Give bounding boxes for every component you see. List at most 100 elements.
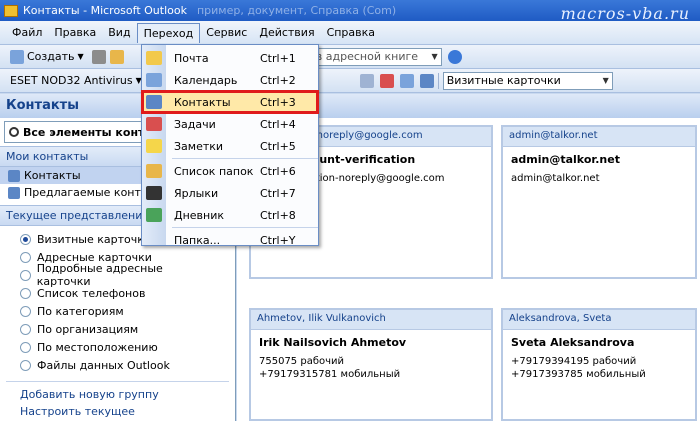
menu-item-shortcut: Ctrl+6	[260, 164, 296, 178]
menu-item-shortcut: Ctrl+8	[260, 208, 296, 222]
eset-toolbar-button[interactable]: ESET NOD32 Antivirus ▼	[6, 71, 146, 91]
radio-button[interactable]	[20, 269, 31, 281]
menu-tools[interactable]: Сервис	[200, 23, 253, 43]
menu-item-calendar[interactable]: Календарь Ctrl+2	[142, 69, 318, 91]
eset-label: ESET NOD32 Antivirus	[10, 74, 133, 87]
view-option-label: По категориям	[37, 304, 124, 318]
standard-toolbar: Создать ▼ к в адресной книге ▼	[0, 45, 700, 69]
view-option[interactable]: Файлы данных Outlook	[0, 356, 235, 374]
menu-file[interactable]: Файл	[6, 23, 48, 43]
menu-item-folder-list[interactable]: Список папок Ctrl+6	[142, 160, 318, 182]
menu-item-label: Календарь	[174, 73, 238, 87]
menu-item-mail[interactable]: Почта Ctrl+1	[142, 47, 318, 69]
view-option-label: По местоположению	[37, 340, 158, 354]
menu-bar: Файл Правка Вид Переход Сервис Действия …	[0, 21, 700, 45]
contact-card-header: Aleksandrova, Sveta	[503, 310, 695, 330]
menu-item-shortcut: Ctrl+4	[260, 117, 296, 131]
menu-item-shortcuts[interactable]: Ярлыки Ctrl+7	[142, 182, 318, 204]
menu-actions[interactable]: Действия	[253, 23, 320, 43]
radio-button[interactable]	[20, 323, 31, 335]
menu-item-shortcut: Ctrl+2	[260, 73, 296, 87]
search-icon	[9, 127, 19, 137]
menu-item-shortcut: Ctrl+3	[260, 95, 296, 109]
contact-card[interactable]: admin@talkor.net admin@talkor.net admin@…	[501, 125, 697, 279]
tasks-icon	[146, 117, 162, 131]
contact-card-line: admin@talkor.net	[511, 173, 600, 184]
menu-item-shortcut: Ctrl+7	[260, 186, 296, 200]
menu-item-label: Задачи	[174, 117, 216, 131]
chevron-down-icon[interactable]: ▼	[603, 76, 609, 85]
contact-card-line: 755075 рабочий	[259, 356, 345, 367]
notes-icon	[146, 139, 162, 153]
menu-item-label: Ярлыки	[174, 186, 219, 200]
contact-card[interactable]: Aleksandrova, Sveta Sveta Aleksandrova +…	[501, 308, 697, 421]
menu-item-label: Дневник	[174, 208, 225, 222]
contact-card-line: +79179394195 рабочий	[511, 356, 637, 367]
view-option-label: Визитные карточки	[37, 232, 152, 246]
title-bar: Контакты - Microsoft Outlook пример, док…	[0, 0, 700, 23]
flag-icon[interactable]	[399, 73, 414, 88]
calendar-icon	[146, 73, 162, 87]
create-button-label: Создать	[27, 50, 75, 63]
radio-button[interactable]	[20, 341, 31, 353]
menu-item-label: Список папок	[174, 164, 254, 178]
undo-icon[interactable]	[359, 73, 374, 88]
create-button[interactable]: Создать ▼	[6, 47, 88, 67]
menu-view[interactable]: Вид	[102, 23, 136, 43]
address-book-search-placeholder: к в адресной книге	[305, 50, 419, 63]
journal-icon	[146, 208, 162, 222]
menu-edit[interactable]: Правка	[48, 23, 102, 43]
view-option[interactable]: По местоположению	[0, 338, 235, 356]
outlook-icon	[4, 4, 18, 17]
menu-item-label: Заметки	[174, 139, 224, 153]
window-title: Контакты - Microsoft Outlook	[23, 4, 187, 17]
view-select[interactable]: Визитные карточки ▼	[442, 71, 613, 90]
view-option[interactable]: По организациям	[0, 320, 235, 338]
folder-blank-icon	[146, 233, 162, 247]
menu-item-label: Папка...	[174, 233, 221, 247]
view-option[interactable]: По категориям	[0, 302, 235, 320]
view-option-label: По организациям	[37, 322, 139, 336]
window-title-faded: пример, документ, Справка (Com)	[196, 4, 397, 17]
radio-button[interactable]	[20, 251, 31, 263]
print-icon[interactable]	[91, 49, 106, 64]
contact-card-icon[interactable]	[419, 73, 434, 88]
radio-button[interactable]	[20, 305, 31, 317]
chevron-down-icon[interactable]: ▼	[432, 52, 438, 61]
contact-card-line: +7917393785 мобильный	[511, 369, 646, 380]
menu-item-contacts[interactable]: Контакты Ctrl+3	[141, 90, 319, 114]
menu-item-shortcut: Ctrl+5	[260, 139, 296, 153]
menu-help[interactable]: Справка	[321, 23, 381, 43]
folder-contacts-label: Контакты	[24, 169, 81, 182]
menu-item-notes[interactable]: Заметки Ctrl+5	[142, 135, 318, 157]
menu-separator	[172, 158, 318, 159]
menu-item-tasks[interactable]: Задачи Ctrl+4	[142, 113, 318, 135]
move-to-folder-icon[interactable]	[109, 49, 124, 64]
contact-card[interactable]: Ahmetov, Ilik Vulkanovich Irik Nailsovic…	[249, 308, 493, 421]
contacts-icon	[146, 95, 162, 109]
help-icon[interactable]	[447, 49, 462, 64]
new-contact-icon	[10, 49, 24, 64]
mail-icon	[146, 51, 162, 65]
folder-suggested-contacts-label: Предлагаемые контак	[24, 186, 155, 199]
contact-card-name: admin@talkor.net	[511, 153, 620, 166]
radio-button[interactable]	[20, 359, 31, 371]
shortcut-icon	[146, 186, 162, 200]
add-group-link[interactable]: Добавить новую группу	[0, 386, 235, 403]
address-book-search[interactable]: к в адресной книге ▼	[301, 47, 442, 66]
view-select-value: Визитные карточки	[446, 74, 561, 87]
menu-item-label: Контакты	[174, 95, 231, 109]
menu-separator	[172, 227, 318, 228]
contact-card-header: admin@talkor.net	[503, 127, 695, 147]
customize-view-link[interactable]: Настроить текущее представление...	[0, 403, 235, 421]
menu-item-folder[interactable]: Папка... Ctrl+Y	[142, 229, 318, 251]
radio-button[interactable]	[20, 233, 31, 245]
menu-go[interactable]: Переход	[136, 22, 201, 43]
menu-item-journal[interactable]: Дневник Ctrl+8	[142, 204, 318, 226]
radio-button[interactable]	[20, 287, 31, 299]
view-option[interactable]: Подробные адресные карточки	[0, 262, 235, 288]
menu-item-shortcut: Ctrl+1	[260, 51, 296, 65]
contact-card-name: Irik Nailsovich Ahmetov	[259, 336, 407, 349]
folder-list-icon	[146, 164, 162, 178]
send-icon[interactable]	[379, 73, 394, 88]
